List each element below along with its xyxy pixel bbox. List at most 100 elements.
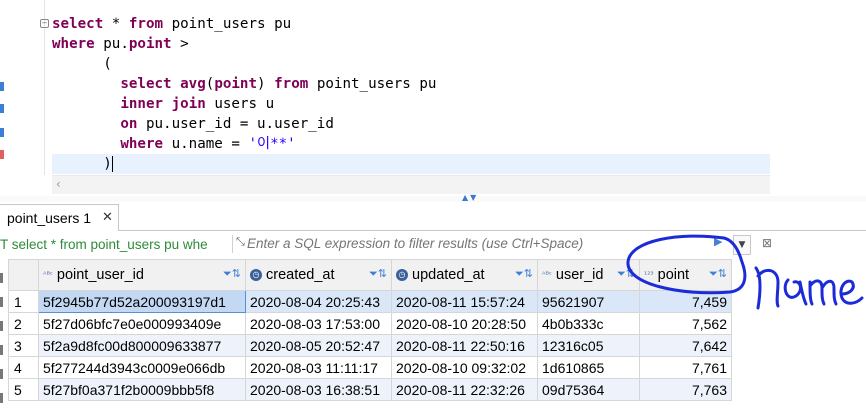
table-cell[interactable]: 2020-08-05 20:52:47 [245,334,392,357]
marker-icon [0,128,4,137]
grid-left-toolbar [0,259,4,414]
toolbar-icon[interactable] [0,393,3,403]
table-cell[interactable]: 7,642 [639,334,732,357]
table-cell[interactable]: 09d75364 [537,378,640,401]
table-cell[interactable]: 5f277244d3943c0009e066db [38,356,246,379]
editor-left-strip [0,0,8,196]
table-row[interactable]: 3 5f2a9d8fc00d800009633877 2020-08-05 20… [8,334,732,357]
clock-icon: ◷ [250,269,262,281]
code-line[interactable]: on pu.user_id = u.user_id [52,114,334,134]
code-line[interactable]: ) [52,154,770,174]
sql-text: pu.user_id = u.user_id [137,116,334,132]
sql-keyword: from [128,16,164,32]
chevron-left-icon[interactable]: ‹ [56,177,61,191]
fold-icon[interactable]: − [40,19,49,28]
row-number-header[interactable] [8,259,39,291]
table-cell[interactable]: 2020-08-10 09:32:02 [391,356,538,379]
code-line[interactable]: ( [52,54,112,74]
toolbar-icon[interactable] [0,273,3,283]
sql-text: point_users pu [308,76,437,92]
marker-icon [0,150,4,159]
sort-filter-icon[interactable]: ⏷⇅ [515,267,533,281]
code-line[interactable]: where pu.point > [52,34,189,54]
table-cell[interactable]: 2020-08-11 22:50:16 [391,334,538,357]
sql-keyword: select [120,76,172,92]
collapse-arrows-icon[interactable]: ▲▼ [462,193,478,202]
sql-text: ( [52,56,112,72]
column-header-point-user-id[interactable]: ᴬᴮᶜ point_user_id ⏷⇅ [38,259,246,291]
sql-keyword: where [120,136,164,152]
code-line[interactable]: inner join users u [52,94,274,114]
table-cell[interactable]: 7,761 [639,356,732,379]
table-cell[interactable]: 7,763 [639,378,732,401]
table-cell[interactable]: 2020-08-03 11:11:17 [245,356,392,379]
sql-keyword: avg [180,76,206,92]
query-text[interactable]: T select * from point_users pu whe [0,237,208,252]
sql-keyword: point [128,36,172,52]
text-cursor [111,156,113,172]
sql-keyword: on [120,116,138,132]
table-cell[interactable]: 5f2945b77d52a200093197d1 [38,290,246,313]
table-cell[interactable]: 2020-08-11 15:57:24 [391,290,538,313]
row-number[interactable]: 2 [8,312,39,335]
editor-horizontal-scrollbar[interactable]: ‹ [52,175,770,194]
column-header-updated-at[interactable]: ◷ updated_at ⏷⇅ [391,259,538,291]
row-number[interactable]: 3 [8,334,39,357]
code-line[interactable]: select * from point_users pu [52,14,291,34]
sql-keyword: point [214,76,258,92]
table-cell[interactable]: 2020-08-11 22:32:26 [391,378,538,401]
table-row[interactable]: 5 5f27bf0a371f2b0009bbb5f8 2020-08-03 16… [8,378,732,401]
table-cell[interactable]: 2020-08-04 20:25:43 [245,290,392,313]
sql-keyword: select [52,16,104,32]
sql-text: > [171,36,189,52]
table-cell[interactable]: 2020-08-03 16:38:51 [245,378,392,401]
toolbar-icon[interactable] [0,345,3,355]
table-cell[interactable]: 2020-08-10 20:28:50 [391,312,538,335]
ink-name-word [754,266,864,310]
close-icon[interactable]: ✕ [102,209,113,225]
abc-key-type-icon: ᴬᴮᶜ [542,270,552,279]
sql-text: users u [205,96,275,112]
ink-circle [626,234,747,295]
table-cell[interactable]: 12316c05 [537,334,640,357]
marker-icon [0,104,4,113]
sort-filter-icon[interactable]: ⏷⇅ [369,267,387,281]
abc-type-icon: ᴬᴮᶜ [43,270,53,279]
sql-keyword: where [52,36,95,52]
row-number[interactable]: 5 [8,378,39,401]
table-cell[interactable]: 5f27d06bfc7e0e000993409e [38,312,246,335]
sql-string: '이**' [248,136,296,152]
table-cell[interactable]: 2020-08-03 17:53:00 [245,312,392,335]
sql-text: u.name = [163,136,249,152]
row-number[interactable]: 1 [8,290,39,313]
column-header-created-at[interactable]: ◷ created_at ⏷⇅ [245,259,392,291]
clock-icon: ◷ [396,269,408,281]
column-label: created_at [266,267,335,283]
toolbar-icon[interactable] [0,297,3,307]
sql-text: pu. [94,36,129,52]
column-label: updated_at [412,267,485,283]
row-number[interactable]: 4 [8,356,39,379]
sql-keyword: from [274,76,309,92]
table-row[interactable]: 4 5f277244d3943c0009e066db 2020-08-03 11… [8,356,732,379]
tab-point-users-1[interactable]: point_users 1 ✕ [0,204,119,231]
table-cell[interactable]: 1d610865 [537,356,640,379]
table-cell[interactable]: 5f2a9d8fc00d800009633877 [38,334,246,357]
handwritten-annotation [626,234,864,310]
code-line[interactable]: select avg(point) from point_users pu [52,74,436,94]
toolbar-icon[interactable] [0,369,3,379]
toolbar-icon[interactable] [0,321,3,331]
column-label: point_user_id [56,267,144,283]
marker-icon [0,82,4,91]
table-cell[interactable]: 5f27bf0a371f2b0009bbb5f8 [38,378,246,401]
code-line[interactable]: where u.name = '이**' [52,134,296,154]
sort-filter-icon[interactable]: ⏷⇅ [223,267,241,281]
filter-divider [232,235,233,253]
sql-text: ) [257,76,275,92]
sql-text: ) [52,156,112,172]
sql-text: * [103,16,129,32]
